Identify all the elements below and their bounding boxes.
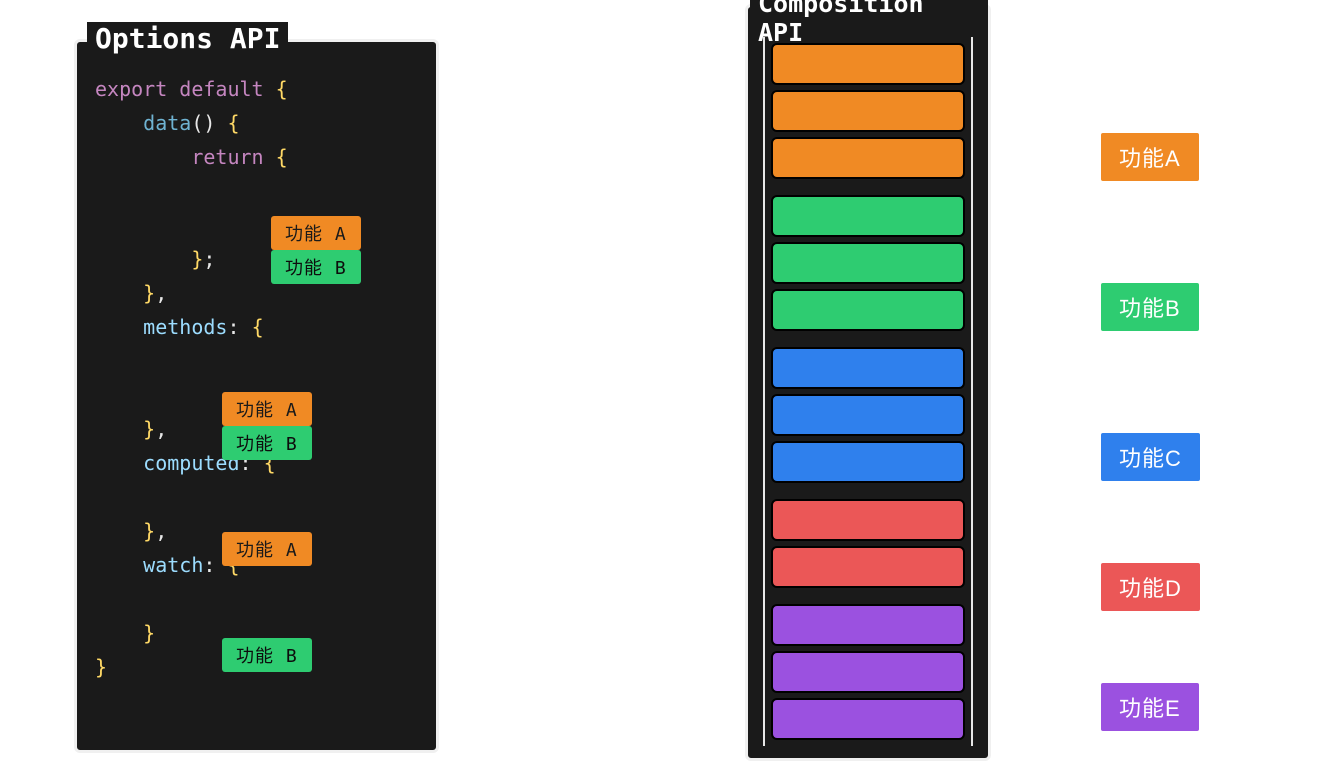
chip-data-feature-b: 功能 B bbox=[271, 250, 361, 284]
legend-feature-c: 功能C bbox=[1101, 433, 1200, 481]
composition-bar-green bbox=[771, 195, 965, 237]
composition-api-panel: Composition API bbox=[745, 4, 991, 761]
group-gap bbox=[771, 336, 965, 342]
composition-bars-container bbox=[763, 37, 973, 746]
composition-bar-blue bbox=[771, 394, 965, 436]
composition-bar-orange bbox=[771, 137, 965, 179]
composition-bar-green bbox=[771, 289, 965, 331]
group-gap bbox=[771, 184, 965, 190]
legend-feature-a: 功能A bbox=[1101, 133, 1199, 181]
composition-bar-purple bbox=[771, 698, 965, 740]
legend-feature-e: 功能E bbox=[1101, 683, 1199, 731]
options-api-panel: Options API export default { data() { re… bbox=[74, 39, 439, 753]
code-data: data bbox=[143, 111, 191, 135]
composition-bar-blue bbox=[771, 441, 965, 483]
options-api-code: export default { data() { return { }; },… bbox=[77, 42, 436, 702]
options-api-title: Options API bbox=[87, 22, 288, 55]
code-return: return bbox=[191, 145, 263, 169]
keyword-default: default bbox=[179, 77, 263, 101]
keyword-export: export bbox=[95, 77, 167, 101]
code-methods: methods bbox=[143, 315, 227, 339]
composition-bar-blue bbox=[771, 347, 965, 389]
composition-bar-orange bbox=[771, 43, 965, 85]
chip-watch-feature-b: 功能 B bbox=[222, 638, 312, 672]
chip-computed-feature-a: 功能 A bbox=[222, 532, 312, 566]
legend-feature-b: 功能B bbox=[1101, 283, 1199, 331]
composition-bar-red bbox=[771, 499, 965, 541]
legend-feature-d: 功能D bbox=[1101, 563, 1200, 611]
chip-methods-feature-b: 功能 B bbox=[222, 426, 312, 460]
composition-bar-purple bbox=[771, 604, 965, 646]
group-gap bbox=[771, 488, 965, 494]
composition-bar-purple bbox=[771, 651, 965, 693]
code-watch: watch bbox=[143, 553, 203, 577]
chip-data-feature-a: 功能 A bbox=[271, 216, 361, 250]
composition-bar-orange bbox=[771, 90, 965, 132]
composition-bar-green bbox=[771, 242, 965, 284]
chip-methods-feature-a: 功能 A bbox=[222, 392, 312, 426]
group-gap bbox=[771, 593, 965, 599]
composition-bar-red bbox=[771, 546, 965, 588]
